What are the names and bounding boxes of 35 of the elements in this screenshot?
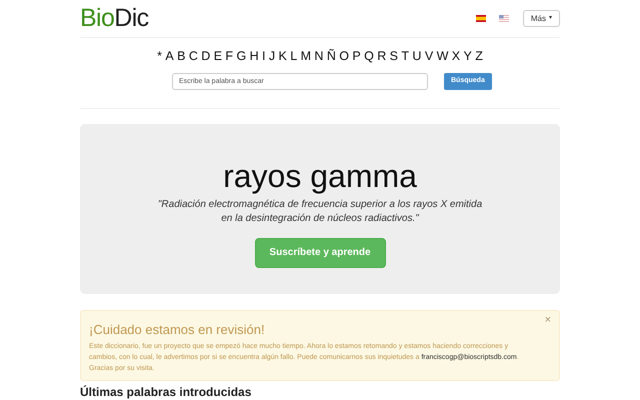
term-definition: "Radiación electromagnética de frecuencia superior a los rayos X emitida en la desintegración de núcleos radiactivos." (156, 198, 484, 226)
alphabet-letter-link[interactable]: G (236, 50, 246, 62)
alphabet-letter-link[interactable]: * (157, 50, 162, 62)
alphabet-letter-link[interactable]: N (314, 50, 324, 62)
section-heading: Últimas palabras introducidas (80, 386, 252, 398)
alphabet-letter-link[interactable]: Q (364, 50, 374, 62)
alphabet-letter-link[interactable]: E (214, 50, 222, 62)
alphabet-letter-link[interactable]: U (412, 50, 422, 62)
alphabet-letter-link[interactable]: J (268, 50, 276, 62)
alphabet-letter-link[interactable]: T (401, 50, 410, 62)
alert-title: ¡Cuidado estamos en revisión! (89, 322, 266, 336)
alphabet-letter-link[interactable]: A (165, 50, 174, 62)
spain-flag-icon[interactable] (476, 15, 486, 22)
alphabet-letter-link[interactable]: R (377, 50, 386, 62)
usa-flag-icon[interactable] (498, 15, 509, 22)
alphabet-letter-link[interactable]: L (290, 50, 298, 62)
term-title: rayos gamma (223, 160, 417, 192)
alphabet-letter-link[interactable]: C (188, 50, 198, 62)
alphabet-letter-link[interactable]: H (250, 50, 259, 62)
alphabet-letter-link[interactable]: M (300, 50, 312, 62)
alphabet-letter-link[interactable]: F (225, 50, 234, 62)
alphabet-letter-link[interactable]: S (390, 50, 398, 62)
alphabet-letter-link[interactable]: O (339, 50, 349, 62)
alphabet-letter-link[interactable]: B (177, 50, 186, 62)
alphabet-letter-link[interactable]: Z (475, 50, 483, 62)
alphabet-letter-link[interactable]: P (352, 50, 361, 62)
biodic-logo[interactable]: BioDic (80, 6, 148, 31)
alphabet-letter-link[interactable]: Y (464, 50, 472, 62)
alphabet-letter-link[interactable]: W (436, 50, 448, 62)
alphabet-letter-link[interactable]: I (262, 50, 266, 62)
alphabet-letter-link[interactable]: Ñ (326, 50, 336, 62)
alphabet-letter-link[interactable]: D (201, 50, 210, 62)
alphabet-letter-link[interactable]: V (424, 50, 434, 62)
alphabet-letter-link[interactable]: X (452, 50, 460, 62)
alphabet-letter-link[interactable]: K (278, 50, 287, 62)
